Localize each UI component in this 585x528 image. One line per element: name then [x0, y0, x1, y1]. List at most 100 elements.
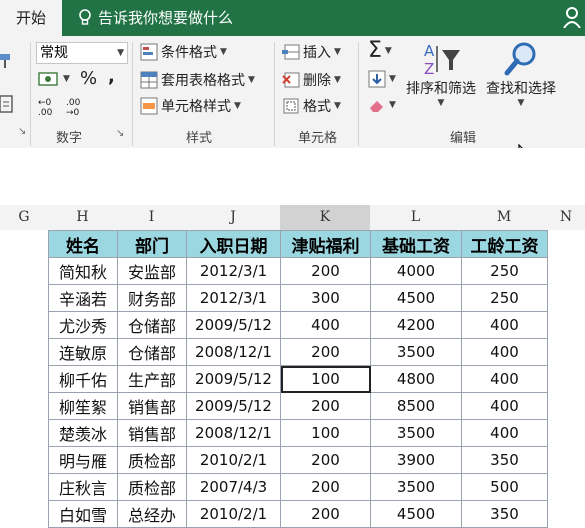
name-cell[interactable]: 白如雪: [48, 500, 118, 528]
department-cell[interactable]: 生产部: [117, 365, 187, 393]
seniority-pay-cell[interactable]: 400: [461, 419, 548, 447]
name-cell[interactable]: 柳笙絮: [48, 392, 118, 420]
paste-icon[interactable]: [0, 94, 14, 114]
allowance-cell[interactable]: 200: [280, 338, 371, 366]
allowance-cell[interactable]: 200: [280, 446, 371, 474]
find-select-button[interactable]: 查找和选择 ▼: [486, 40, 556, 108]
seniority-pay-cell[interactable]: 350: [461, 500, 548, 528]
user-icon[interactable]: [563, 6, 581, 28]
comma-button[interactable]: ,: [108, 66, 115, 87]
autosum-button[interactable]: Σ ▼: [368, 38, 392, 63]
hire-date-cell[interactable]: 2008/12/1: [186, 338, 281, 366]
header-cell[interactable]: 姓名: [48, 230, 118, 258]
base-salary-cell[interactable]: 3500: [370, 419, 462, 447]
name-cell[interactable]: 明与雁: [48, 446, 118, 474]
name-cell[interactable]: 尤沙秀: [48, 311, 118, 339]
number-format-select[interactable]: 常规 ▼: [36, 42, 128, 64]
insert-button[interactable]: 插入 ▼: [282, 42, 341, 62]
allowance-cell[interactable]: 300: [280, 284, 371, 312]
column-header-j[interactable]: J: [186, 205, 281, 231]
clipboard-launcher-icon[interactable]: ↘: [18, 126, 26, 137]
column-header-n[interactable]: N: [547, 205, 585, 231]
allowance-cell[interactable]: 200: [280, 473, 371, 501]
hire-date-cell[interactable]: 2009/5/12: [186, 392, 281, 420]
allowance-cell[interactable]: 200: [280, 392, 371, 420]
column-n-cells[interactable]: [547, 230, 585, 500]
name-cell[interactable]: 柳千佑: [48, 365, 118, 393]
allowance-cell[interactable]: 400: [280, 311, 371, 339]
department-cell[interactable]: 销售部: [117, 419, 187, 447]
hire-date-cell[interactable]: 2012/3/1: [186, 257, 281, 285]
name-cell[interactable]: 庄秋言: [48, 473, 118, 501]
sort-filter-button[interactable]: AZ 排序和筛选 ▼: [406, 40, 476, 108]
header-cell[interactable]: 基础工资: [370, 230, 462, 258]
seniority-pay-cell[interactable]: 500: [461, 473, 548, 501]
hire-date-cell[interactable]: 2010/2/1: [186, 446, 281, 474]
column-header-g[interactable]: G: [0, 205, 49, 231]
accounting-format-button[interactable]: ▼: [38, 70, 70, 88]
department-cell[interactable]: 质检部: [117, 473, 187, 501]
allowance-cell-active[interactable]: 100: [280, 365, 371, 393]
name-cell[interactable]: 楚羡冰: [48, 419, 118, 447]
number-launcher-icon[interactable]: ↘: [116, 128, 124, 139]
base-salary-cell[interactable]: 4500: [370, 500, 462, 528]
name-cell[interactable]: 辛涵若: [48, 284, 118, 312]
header-cell[interactable]: 入职日期: [186, 230, 281, 258]
column-header-l[interactable]: L: [370, 205, 462, 231]
base-salary-cell[interactable]: 4200: [370, 311, 462, 339]
tell-me-search[interactable]: 告诉我你想要做什么: [78, 0, 233, 36]
percent-button[interactable]: %: [80, 68, 97, 89]
header-cell[interactable]: 部门: [117, 230, 187, 258]
seniority-pay-cell[interactable]: 250: [461, 257, 548, 285]
seniority-pay-cell[interactable]: 400: [461, 365, 548, 393]
department-cell[interactable]: 仓储部: [117, 338, 187, 366]
department-cell[interactable]: 总经办: [117, 500, 187, 528]
conditional-format-button[interactable]: 条件格式 ▼: [140, 42, 227, 62]
hire-date-cell[interactable]: 2009/5/12: [186, 365, 281, 393]
column-header-k[interactable]: K: [280, 205, 371, 232]
formula-bar[interactable]: [0, 148, 585, 173]
base-salary-cell[interactable]: 8500: [370, 392, 462, 420]
allowance-cell[interactable]: 200: [280, 257, 371, 285]
department-cell[interactable]: 财务部: [117, 284, 187, 312]
department-cell[interactable]: 质检部: [117, 446, 187, 474]
clear-button[interactable]: ▼: [368, 96, 396, 114]
seniority-pay-cell[interactable]: 400: [461, 311, 548, 339]
base-salary-cell[interactable]: 3900: [370, 446, 462, 474]
delete-button[interactable]: 删除 ▼: [282, 70, 341, 90]
column-header-m[interactable]: M: [461, 205, 548, 231]
header-cell[interactable]: 工龄工资: [461, 230, 548, 258]
base-salary-cell[interactable]: 4000: [370, 257, 462, 285]
department-cell[interactable]: 仓储部: [117, 311, 187, 339]
hire-date-cell[interactable]: 2007/4/3: [186, 473, 281, 501]
increase-decimal-button[interactable]: ←0 .00: [38, 98, 60, 118]
format-as-table-button[interactable]: 套用表格格式 ▼: [140, 70, 255, 90]
format-button[interactable]: 格式 ▼: [282, 96, 341, 116]
hire-date-cell[interactable]: 2010/2/1: [186, 500, 281, 528]
allowance-cell[interactable]: 100: [280, 419, 371, 447]
format-painter-icon[interactable]: [0, 52, 12, 70]
hire-date-cell[interactable]: 2012/3/1: [186, 284, 281, 312]
name-cell[interactable]: 连敏原: [48, 338, 118, 366]
column-g-cells[interactable]: [0, 230, 49, 500]
seniority-pay-cell[interactable]: 250: [461, 284, 548, 312]
header-cell[interactable]: 津贴福利: [280, 230, 371, 258]
base-salary-cell[interactable]: 4500: [370, 284, 462, 312]
fill-button[interactable]: ▼: [368, 70, 396, 88]
hire-date-cell[interactable]: 2009/5/12: [186, 311, 281, 339]
tab-home[interactable]: 开始: [0, 0, 62, 36]
seniority-pay-cell[interactable]: 350: [461, 446, 548, 474]
seniority-pay-cell[interactable]: 400: [461, 392, 548, 420]
department-cell[interactable]: 销售部: [117, 392, 187, 420]
base-salary-cell[interactable]: 3500: [370, 473, 462, 501]
decrease-decimal-button[interactable]: .00 →0: [66, 98, 88, 118]
column-header-i[interactable]: I: [117, 205, 187, 231]
name-cell[interactable]: 简知秋: [48, 257, 118, 285]
column-header-h[interactable]: H: [48, 205, 118, 231]
hire-date-cell[interactable]: 2008/12/1: [186, 419, 281, 447]
allowance-cell[interactable]: 200: [280, 500, 371, 528]
base-salary-cell[interactable]: 3500: [370, 338, 462, 366]
seniority-pay-cell[interactable]: 400: [461, 338, 548, 366]
base-salary-cell[interactable]: 4800: [370, 365, 462, 393]
cell-styles-button[interactable]: 单元格样式 ▼: [140, 96, 241, 116]
